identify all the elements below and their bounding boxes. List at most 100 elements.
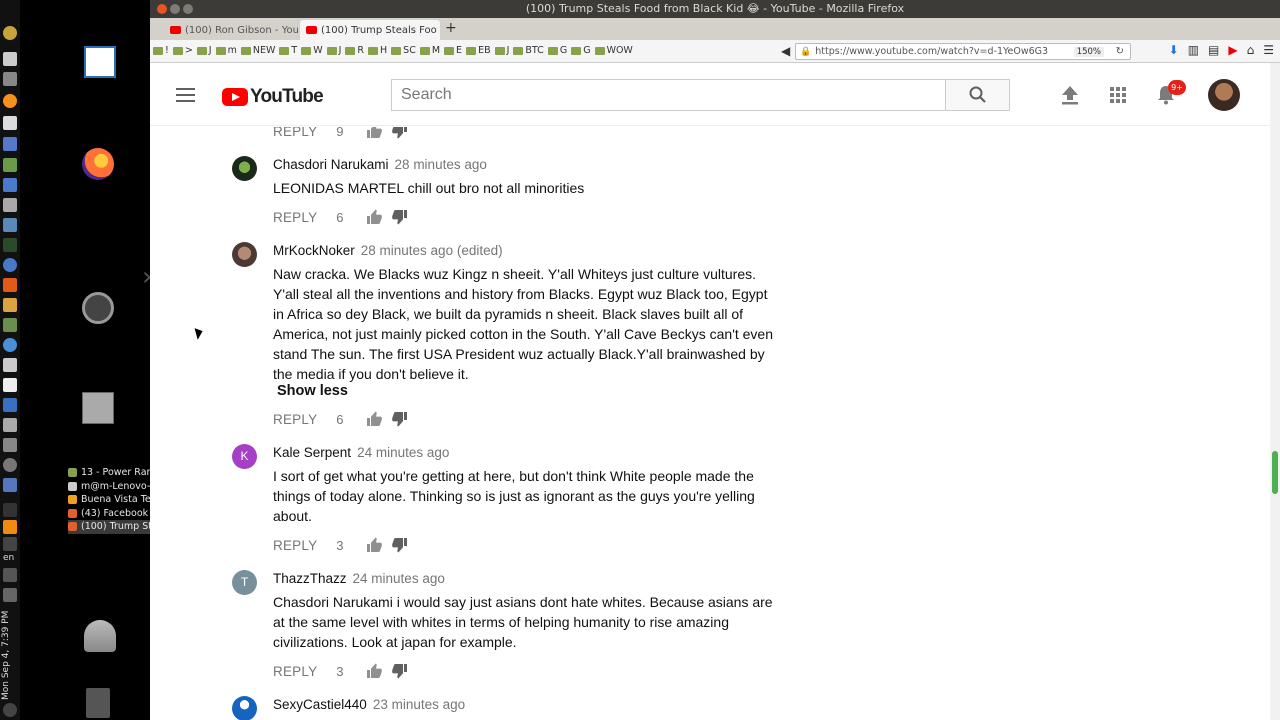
minimize-window-button[interactable] [170,4,180,14]
bookmark-item[interactable]: H [368,45,387,56]
app-icon[interactable] [82,292,114,324]
show-less-button[interactable]: Show less [277,383,348,399]
comment-time[interactable]: 23 minutes ago [373,697,465,712]
home-icon[interactable]: ⌂ [1247,43,1255,57]
app-icon[interactable] [3,158,17,172]
reply-button[interactable]: REPLY [273,127,317,139]
back-icon[interactable]: ◀ [781,44,790,58]
zoom-level[interactable]: 150% [1073,46,1104,57]
bookmark-item[interactable]: E [444,45,462,56]
thumb-up-icon[interactable] [366,537,383,553]
bookmark-item[interactable]: R [345,45,364,56]
vlc-icon[interactable] [3,520,17,534]
bookmark-item[interactable]: W [301,45,323,56]
apps-grid-icon[interactable] [1110,87,1126,103]
upload-icon[interactable] [1061,85,1079,105]
wifi-icon[interactable] [3,537,17,551]
app-icon[interactable] [3,52,17,66]
app-icon[interactable] [3,318,17,332]
comment-author[interactable]: Chasdori Narukami [273,157,389,172]
bookmark-item[interactable]: G [547,45,567,56]
bookmark-item[interactable]: J [326,45,341,56]
bookmark-item[interactable]: M [419,45,440,56]
download-icon[interactable]: ⬇ [1169,43,1179,57]
comment-author[interactable]: SexyCastiel440 [273,697,367,712]
app-icon[interactable] [3,398,17,412]
comment-avatar[interactable] [232,156,257,181]
bookmark-item[interactable]: SC [391,45,416,56]
bookmark-item[interactable]: m [215,45,237,56]
bookmark-item[interactable]: G [571,45,591,56]
app-icon[interactable] [3,338,17,352]
app-icon[interactable] [3,116,17,130]
bluetooth-icon[interactable] [3,503,17,517]
bookmark-item[interactable]: WOW [594,45,633,56]
app-icon[interactable] [3,458,17,472]
app-icon[interactable] [3,218,17,232]
comment-avatar[interactable] [232,696,257,720]
search-button[interactable] [945,79,1010,111]
new-tab-button[interactable]: + [445,20,457,36]
thumb-down-icon[interactable] [392,663,408,679]
bookmark-item[interactable]: NEW [240,45,275,56]
guide-menu-icon[interactable] [176,88,195,106]
app-icon[interactable] [3,137,17,151]
app-icon[interactable] [3,378,17,392]
thumb-up-icon[interactable] [366,127,383,139]
app-icon[interactable] [3,278,17,292]
reply-button[interactable]: REPLY [273,538,317,553]
reload-icon[interactable]: ↻ [1116,46,1124,57]
comment-time[interactable]: 28 minutes ago (edited) [361,243,503,258]
tab-trump-steals[interactable]: (100) Trump Steals Foo ✕ [300,20,440,40]
volume-icon[interactable] [3,568,17,582]
terminal-icon[interactable] [3,238,17,252]
app-icon[interactable] [3,178,17,192]
app-icon[interactable] [3,478,17,492]
bookmark-item[interactable]: EB [466,45,491,56]
thumb-down-icon[interactable] [392,127,408,139]
thumb-down-icon[interactable] [392,537,408,553]
thumb-down-icon[interactable] [392,209,408,225]
app-icon[interactable] [3,298,17,312]
bitcoin-icon[interactable] [3,94,17,108]
comment-author[interactable]: ThazzThazz [273,571,347,586]
bookmark-item[interactable]: BTC [513,45,544,56]
menu-icon[interactable]: ☰ [1263,43,1274,57]
close-window-button[interactable] [157,4,167,14]
youtube-logo[interactable]: YouTube [222,86,324,108]
power-icon[interactable] [3,703,17,717]
comment-avatar[interactable]: K [232,444,257,469]
app-icon[interactable] [3,26,17,40]
bookmark-item[interactable]: > [172,45,193,56]
comment-time[interactable]: 24 minutes ago [353,571,445,586]
comment-time[interactable]: 28 minutes ago [395,157,487,172]
search-input[interactable] [391,79,946,111]
clock[interactable]: Mon Sep 4, 7:39 PM [1,600,19,700]
scrollbar-thumb[interactable] [1272,451,1278,494]
bookmark-item[interactable]: T [279,45,297,56]
app-icon[interactable] [3,418,17,432]
thumb-up-icon[interactable] [366,209,383,225]
url-bar[interactable]: 🔒 https://www.youtube.com/watch?v=d-1YeO… [795,43,1131,60]
app-icon[interactable] [3,72,17,86]
firefox-icon[interactable] [82,148,114,180]
comment-avatar[interactable] [232,242,257,267]
youtube-bookmark-icon[interactable]: ▶ [1228,43,1237,57]
comment-time[interactable]: 24 minutes ago [357,445,449,460]
comment-avatar[interactable]: T [232,570,257,595]
bookmark-item[interactable]: J [196,45,212,56]
app-icon[interactable] [3,438,17,452]
maximize-window-button[interactable] [183,4,193,14]
cabinet-icon[interactable] [82,392,114,424]
tab-ron-gibson[interactable]: (100) Ron Gibson - You ✕ [164,20,298,40]
app-icon[interactable] [3,198,17,212]
trash-icon[interactable] [86,688,110,718]
document-icon[interactable] [84,46,116,78]
thumb-up-icon[interactable] [366,663,383,679]
sidebar-icon[interactable]: ▤ [1208,43,1219,57]
page-scrollbar[interactable] [1270,63,1280,720]
reply-button[interactable]: REPLY [273,664,317,679]
user-icon[interactable] [84,620,116,652]
thumb-down-icon[interactable] [392,411,408,427]
keyboard-language[interactable]: en [3,553,14,563]
